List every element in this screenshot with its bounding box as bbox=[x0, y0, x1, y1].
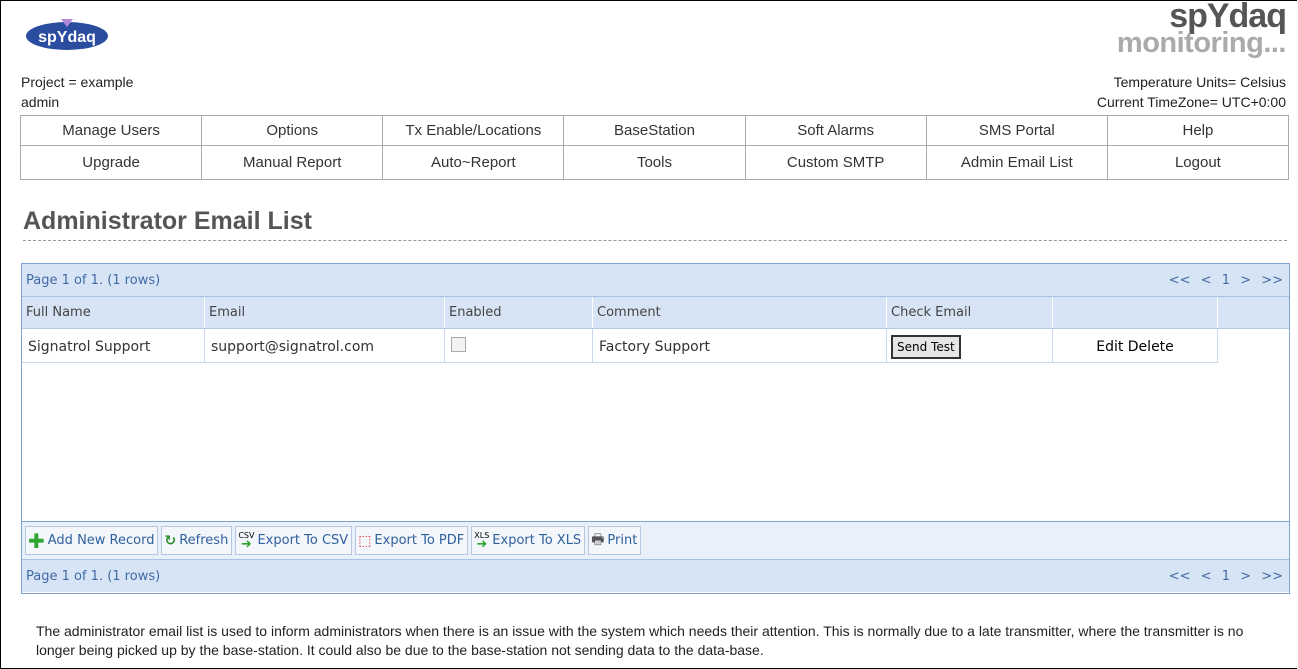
col-full-name[interactable]: Full Name bbox=[22, 297, 205, 328]
temp-units-label: Temperature Units= Celsius bbox=[1113, 74, 1286, 90]
bottom-pager-last[interactable]: >> bbox=[1261, 569, 1283, 584]
nav-help[interactable]: Help bbox=[1106, 115, 1290, 146]
timezone-label: Current TimeZone= UTC+0:00 bbox=[1096, 94, 1286, 110]
table-row: Signatrol Support support@signatrol.com … bbox=[22, 329, 1289, 363]
brand-wordmark: spYdaq monitoring... bbox=[1116, 0, 1287, 59]
bottom-pager-page[interactable]: 1 bbox=[1222, 569, 1230, 584]
export-csv-label: Export To CSV bbox=[257, 533, 349, 548]
nav-logout[interactable]: Logout bbox=[1106, 145, 1290, 180]
top-pager: Page 1 of 1. (1 rows) << < 1 > >> bbox=[22, 264, 1289, 297]
project-label: Project = example bbox=[21, 74, 134, 90]
pager-first[interactable]: << bbox=[1169, 273, 1191, 288]
edit-delete-links[interactable]: Edit Delete bbox=[1053, 329, 1218, 363]
nav-options[interactable]: Options bbox=[201, 115, 384, 146]
pager-page[interactable]: 1 bbox=[1222, 273, 1230, 288]
pager-last[interactable]: >> bbox=[1261, 273, 1283, 288]
cell-comment: Factory Support bbox=[593, 329, 887, 363]
col-email[interactable]: Email bbox=[205, 297, 445, 328]
header-right: Temperature Units= Celsius Current TimeZ… bbox=[1097, 72, 1286, 112]
export-pdf-button[interactable]: ⬚ Export To PDF bbox=[355, 526, 469, 555]
cell-enabled bbox=[445, 329, 593, 363]
export-xls-button[interactable]: XLS ➜ Export To XLS bbox=[471, 526, 586, 555]
col-enabled[interactable]: Enabled bbox=[445, 297, 593, 328]
col-actions bbox=[1053, 297, 1218, 328]
col-check-email[interactable]: Check Email bbox=[887, 297, 1053, 328]
main-nav: Manage Users Options Tx Enable/Locations… bbox=[19, 115, 1290, 180]
cell-email: support@signatrol.com bbox=[205, 329, 445, 363]
nav-sms-portal[interactable]: SMS Portal bbox=[925, 115, 1108, 146]
nav-soft-alarms[interactable]: Soft Alarms bbox=[744, 115, 927, 146]
bottom-pager-next[interactable]: > bbox=[1240, 569, 1251, 584]
bottom-pager-prev[interactable]: < bbox=[1201, 569, 1212, 584]
nav-custom-smtp[interactable]: Custom SMTP bbox=[744, 145, 927, 180]
title-divider bbox=[23, 240, 1287, 241]
help-text: The administrator email list is used to … bbox=[36, 623, 1244, 658]
bottom-pager: Page 1 of 1. (1 rows) << < 1 > >> bbox=[22, 559, 1289, 592]
refresh-icon: ↻ bbox=[164, 532, 177, 549]
grid-toolbar: ✚ Add New Record ↻ Refresh CSV ➜ Export T… bbox=[22, 521, 1289, 559]
send-test-button[interactable]: Send Test bbox=[891, 335, 961, 359]
header-left: Project = example admin bbox=[21, 72, 133, 112]
cell-check-email: Send Test bbox=[887, 329, 1053, 363]
bottom-pager-info: Page 1 of 1. (1 rows) bbox=[26, 568, 161, 584]
logo-text: spYdaq bbox=[38, 29, 96, 46]
col-comment[interactable]: Comment bbox=[593, 297, 887, 328]
brand-line2: monitoring... bbox=[1116, 26, 1287, 59]
add-record-button[interactable]: ✚ Add New Record bbox=[25, 526, 159, 555]
nav-manual-report[interactable]: Manual Report bbox=[201, 145, 384, 180]
xls-icon: XLS ➜ bbox=[474, 531, 490, 552]
plus-icon: ✚ bbox=[28, 528, 45, 553]
column-headers: Full Name Email Enabled Comment Check Em… bbox=[22, 297, 1289, 329]
page-title: Administrator Email List bbox=[23, 207, 312, 235]
refresh-button[interactable]: ↻ Refresh bbox=[161, 526, 233, 555]
cell-full-name: Signatrol Support bbox=[22, 329, 205, 363]
refresh-label: Refresh bbox=[179, 533, 229, 548]
pdf-icon: ⬚ bbox=[358, 532, 372, 549]
print-label: Print bbox=[607, 533, 638, 548]
nav-tx-enable-locations[interactable]: Tx Enable/Locations bbox=[382, 115, 565, 146]
pager-next[interactable]: > bbox=[1240, 273, 1251, 288]
nav-admin-email-list[interactable]: Admin Email List bbox=[925, 145, 1108, 180]
nav-manage-users[interactable]: Manage Users bbox=[19, 115, 203, 146]
pager-prev[interactable]: < bbox=[1201, 273, 1212, 288]
user-label: admin bbox=[21, 94, 60, 110]
print-button[interactable]: 🖶 Print bbox=[588, 526, 642, 555]
export-csv-button[interactable]: CSV ➜ Export To CSV bbox=[235, 526, 353, 555]
add-record-label: Add New Record bbox=[47, 533, 155, 548]
enabled-checkbox[interactable] bbox=[451, 337, 466, 352]
bottom-pager-first[interactable]: << bbox=[1169, 569, 1191, 584]
nav-auto-report[interactable]: Auto~Report bbox=[382, 145, 565, 180]
nav-upgrade[interactable]: Upgrade bbox=[19, 145, 203, 180]
csv-icon: CSV ➜ bbox=[238, 531, 255, 552]
pager-links: << < 1 > >> bbox=[1163, 273, 1283, 288]
pager-info: Page 1 of 1. (1 rows) bbox=[26, 272, 161, 288]
export-xls-label: Export To XLS bbox=[492, 533, 582, 548]
nav-tools[interactable]: Tools bbox=[563, 145, 746, 180]
export-pdf-label: Export To PDF bbox=[374, 533, 465, 548]
printer-icon: 🖶 bbox=[591, 531, 605, 548]
nav-basestation[interactable]: BaseStation bbox=[563, 115, 746, 146]
email-grid: Page 1 of 1. (1 rows) << < 1 > >> Full N… bbox=[21, 263, 1290, 594]
spydaq-logo: spYdaq bbox=[26, 19, 108, 50]
bottom-pager-links: << < 1 > >> bbox=[1163, 569, 1283, 584]
